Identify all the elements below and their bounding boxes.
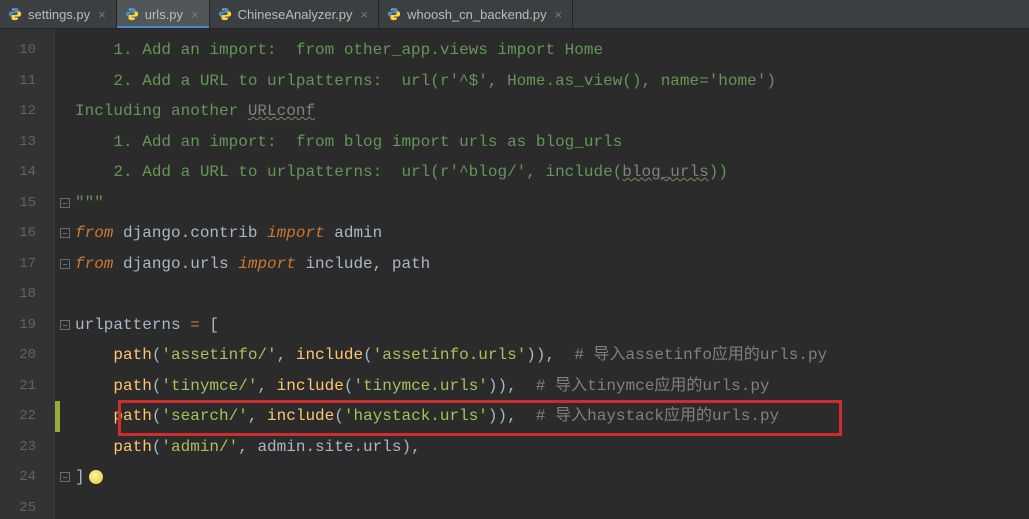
intention-bulb-icon[interactable] bbox=[89, 470, 103, 484]
close-icon[interactable]: × bbox=[361, 7, 369, 22]
docstring: 1. Add an import: from other_app.views i… bbox=[75, 41, 603, 59]
docstring: blog_urls bbox=[622, 163, 708, 181]
python-icon bbox=[8, 7, 22, 21]
line-number: 10 bbox=[0, 35, 54, 66]
fold-icon[interactable] bbox=[60, 320, 70, 330]
code-line: path('admin/', admin.site.urls), bbox=[75, 432, 1029, 463]
tab-bar: settings.py × urls.py × ChineseAnalyzer.… bbox=[0, 0, 1029, 29]
gutter: 10 11 12 13 14 15 16 17 18 19 20 21 22 2… bbox=[0, 29, 55, 519]
fold-icon[interactable] bbox=[60, 472, 70, 482]
code-line: path('search/', include('haystack.urls')… bbox=[75, 401, 1029, 432]
docstring: )) bbox=[709, 163, 728, 181]
close-icon[interactable]: × bbox=[191, 7, 199, 22]
line-number: 19 bbox=[0, 310, 54, 341]
code-line: from django.urls import include, path bbox=[75, 249, 1029, 280]
line-number: 20 bbox=[0, 340, 54, 371]
fold-icon[interactable] bbox=[60, 228, 70, 238]
code-line bbox=[75, 279, 1029, 310]
code-line: from django.contrib import admin bbox=[75, 218, 1029, 249]
close-icon[interactable]: × bbox=[98, 7, 106, 22]
line-number: 17 bbox=[0, 249, 54, 280]
fold-icon[interactable] bbox=[60, 259, 70, 269]
line-number: 18 bbox=[0, 279, 54, 310]
line-number: 15 bbox=[0, 188, 54, 219]
python-icon bbox=[387, 7, 401, 21]
docstring: 2. Add a URL to urlpatterns: url(r'^blog… bbox=[75, 163, 622, 181]
code-area[interactable]: 1. Add an import: from other_app.views i… bbox=[75, 29, 1029, 519]
code-line bbox=[75, 493, 1029, 519]
docstring: Including another bbox=[75, 102, 248, 120]
tab-label: ChineseAnalyzer.py bbox=[238, 7, 353, 22]
code-line: ] bbox=[75, 462, 1029, 493]
python-icon bbox=[125, 7, 139, 21]
close-icon[interactable]: × bbox=[555, 7, 563, 22]
docstring: 2. Add a URL to urlpatterns: url(r'^$', … bbox=[75, 72, 776, 90]
editor: 10 11 12 13 14 15 16 17 18 19 20 21 22 2… bbox=[0, 29, 1029, 519]
line-number: 12 bbox=[0, 96, 54, 127]
docstring: URLconf bbox=[248, 102, 315, 120]
line-number: 14 bbox=[0, 157, 54, 188]
docstring: 1. Add an import: from blog import urls … bbox=[75, 133, 622, 151]
tab-label: settings.py bbox=[28, 7, 90, 22]
code-line: urlpatterns = [ bbox=[75, 310, 1029, 341]
docstring-end: """ bbox=[75, 194, 104, 212]
tab-chinese-analyzer[interactable]: ChineseAnalyzer.py × bbox=[210, 0, 380, 28]
line-number: 16 bbox=[0, 218, 54, 249]
code-line: path('assetinfo/', include('assetinfo.ur… bbox=[75, 340, 1029, 371]
tab-whoosh-backend[interactable]: whoosh_cn_backend.py × bbox=[379, 0, 573, 28]
code-line: path('tinymce/', include('tinymce.urls')… bbox=[75, 371, 1029, 402]
fold-column bbox=[55, 29, 75, 519]
modified-marker bbox=[55, 401, 60, 432]
tab-urls[interactable]: urls.py × bbox=[117, 0, 210, 28]
tab-label: urls.py bbox=[145, 7, 183, 22]
line-number: 11 bbox=[0, 66, 54, 97]
line-number: 21 bbox=[0, 371, 54, 402]
tab-label: whoosh_cn_backend.py bbox=[407, 7, 547, 22]
line-number: 22 bbox=[0, 401, 54, 432]
line-number: 23 bbox=[0, 432, 54, 463]
tab-settings[interactable]: settings.py × bbox=[0, 0, 117, 28]
fold-icon[interactable] bbox=[60, 198, 70, 208]
line-number: 24 bbox=[0, 462, 54, 493]
line-number: 13 bbox=[0, 127, 54, 158]
python-icon bbox=[218, 7, 232, 21]
line-number: 25 bbox=[0, 493, 54, 519]
